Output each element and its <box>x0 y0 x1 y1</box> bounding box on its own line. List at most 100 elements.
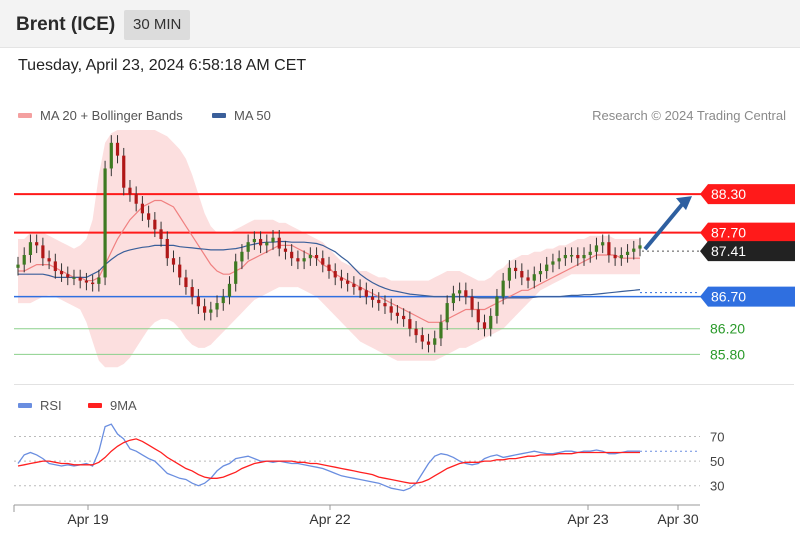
candle <box>576 255 580 259</box>
rsi-tick-50: 50 <box>710 454 724 469</box>
candle <box>59 271 64 275</box>
candle <box>221 296 225 304</box>
candle <box>184 277 188 288</box>
rsi-tick-70: 70 <box>710 429 724 444</box>
x-tick-label: Apr 23 <box>567 511 608 527</box>
rsi-tick-30: 30 <box>710 479 724 494</box>
candle <box>638 245 642 249</box>
candle <box>147 213 151 220</box>
candle <box>383 303 387 307</box>
candle <box>47 258 51 262</box>
candle <box>246 242 250 252</box>
candle <box>271 237 275 243</box>
candle <box>482 322 487 329</box>
candle <box>109 142 113 169</box>
candle <box>53 261 57 272</box>
candle <box>464 290 468 297</box>
candle <box>588 251 592 255</box>
candle <box>389 306 393 313</box>
candle <box>563 255 567 259</box>
candle <box>495 296 499 316</box>
candle <box>203 306 207 313</box>
candle <box>632 248 636 252</box>
candle <box>159 229 163 239</box>
x-tick-label: Apr 22 <box>309 511 350 527</box>
candle <box>507 267 511 281</box>
candle <box>489 315 493 329</box>
candle <box>140 203 144 214</box>
candle <box>91 282 95 285</box>
candle <box>41 245 45 259</box>
level-label-87.41: 87.41 <box>711 243 746 259</box>
candle <box>302 258 306 262</box>
candle <box>28 242 33 255</box>
candle <box>122 155 126 188</box>
candle <box>227 283 232 297</box>
candle <box>395 312 400 316</box>
candle <box>526 277 530 281</box>
candle <box>134 194 138 204</box>
level-label-86.20: 86.20 <box>710 321 745 337</box>
candle <box>514 267 518 272</box>
level-label-88.30: 88.30 <box>711 186 746 202</box>
candle <box>551 261 555 265</box>
candle <box>402 315 406 320</box>
candle <box>520 271 524 278</box>
x-tick-label: Apr 30 <box>657 511 698 527</box>
candle <box>84 280 89 283</box>
candle <box>16 264 20 268</box>
candle <box>545 264 549 272</box>
candle <box>470 296 474 310</box>
candle <box>346 280 350 284</box>
candle <box>532 274 536 281</box>
candle <box>283 248 288 252</box>
candle <box>476 309 480 323</box>
candle <box>377 299 381 304</box>
candle <box>426 341 431 345</box>
candle <box>153 219 157 230</box>
candle <box>414 328 418 336</box>
chart-canvas: 88.30 87.70 87.41 86.70 86.20 85.80 30 50 70 Apr … <box>13 130 795 527</box>
rsi-series-rsi <box>17 423 640 492</box>
candle <box>165 238 169 259</box>
candle <box>327 264 331 272</box>
candle <box>352 283 356 288</box>
candle <box>557 258 561 262</box>
level-label-85.80: 85.80 <box>710 346 745 362</box>
candle <box>601 242 605 246</box>
candle <box>594 245 599 252</box>
candle <box>439 322 443 339</box>
forecast-arrow-shaft <box>643 200 686 251</box>
candle <box>265 242 269 246</box>
candle <box>171 258 176 265</box>
candle <box>314 255 319 259</box>
candle <box>178 264 182 278</box>
candle <box>209 309 213 313</box>
candle <box>22 255 26 265</box>
candle <box>196 296 200 307</box>
candle <box>252 238 256 243</box>
candle <box>569 255 574 257</box>
candle <box>501 280 505 297</box>
candle <box>613 255 617 259</box>
candle <box>115 142 120 156</box>
candle <box>420 335 424 342</box>
level-label-86.70: 86.70 <box>711 289 746 305</box>
candle <box>333 271 337 278</box>
candle <box>290 251 294 259</box>
candle <box>308 255 312 259</box>
candle <box>408 319 412 329</box>
candle <box>445 303 449 323</box>
candle <box>78 277 82 281</box>
candle <box>358 287 362 291</box>
candle <box>433 338 437 345</box>
candle <box>451 293 455 304</box>
candle <box>66 274 70 278</box>
candle <box>215 303 219 310</box>
candle <box>103 168 107 278</box>
candle <box>190 287 194 297</box>
candle <box>296 258 300 262</box>
candle <box>234 261 238 284</box>
candle <box>277 237 281 249</box>
candle <box>625 251 630 255</box>
